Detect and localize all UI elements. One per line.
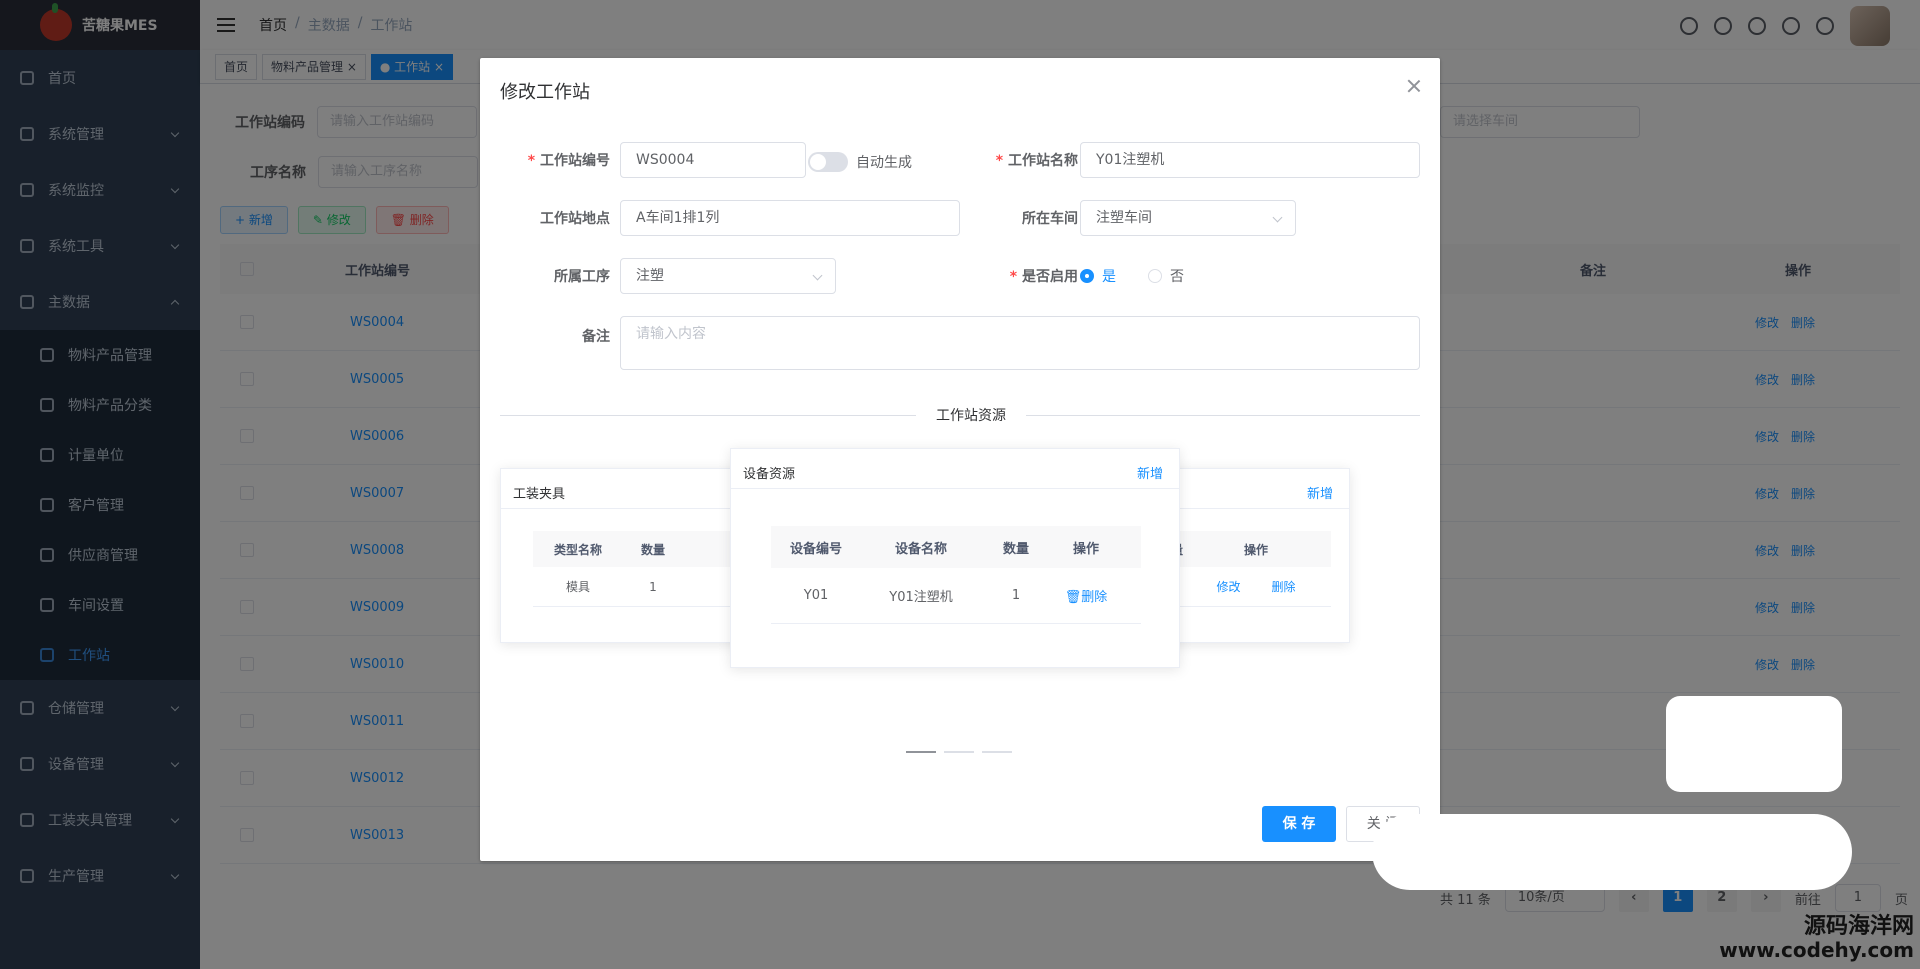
dialog-title: 修改工作站: [500, 82, 590, 103]
enable-no-radio[interactable]: 否: [1148, 266, 1184, 286]
header-equip-code: 设备编号: [789, 541, 842, 557]
radio-unchecked-icon: [1148, 269, 1162, 283]
cell-type: 模具: [565, 580, 590, 594]
cell-equip-code: Y01: [803, 588, 829, 603]
save-button[interactable]: 保 存: [1262, 806, 1336, 842]
close-icon[interactable]: [1406, 78, 1422, 94]
carousel-dot[interactable]: [906, 751, 936, 753]
card-title: 设备资源: [743, 467, 796, 482]
add-equipment-link[interactable]: 新增: [1137, 463, 1163, 482]
equipment-card: 设备资源 新增 设备编号 设备名称 数量 操作 Y01 Y01注塑机 1 🗑删除: [730, 448, 1180, 668]
chevron-down-icon: [812, 270, 823, 281]
code-label: 工作站编号: [500, 150, 610, 170]
header-equip-name: 设备名称: [894, 541, 947, 557]
edit-workstation-dialog: 修改工作站 工作站编号 WS0004 自动生成 工作站名称 Y01注塑机 工作站…: [480, 58, 1440, 861]
process-select[interactable]: 注塑: [620, 258, 836, 294]
workshop-label: 所在车间: [1022, 211, 1078, 227]
workshop-select-value: 注塑车间: [1096, 210, 1152, 226]
header-op: 操作: [1072, 541, 1099, 557]
equipment-table: 设备编号 设备名称 数量 操作 Y01 Y01注塑机 1 🗑删除: [771, 526, 1141, 624]
remark-textarea[interactable]: 请输入内容: [620, 316, 1420, 370]
workshop-select[interactable]: 注塑车间: [1080, 200, 1296, 236]
cell-equip-name: Y01注塑机: [889, 590, 953, 605]
name-label: 工作站名称: [958, 150, 1078, 170]
radio-label: 是: [1102, 269, 1116, 285]
code-input[interactable]: WS0004: [620, 142, 806, 178]
radio-checked-icon: [1080, 269, 1094, 283]
watermark: 源码海洋网 www.codehy.com: [1719, 913, 1914, 962]
auto-generate-switch[interactable]: [808, 152, 848, 172]
address-label: 工作站地点: [540, 211, 610, 227]
table-row: Y01 Y01注塑机 1 🗑删除: [771, 568, 1141, 624]
watermark-line2: www.codehy.com: [1719, 938, 1914, 962]
card-title: 工装夹具: [513, 487, 566, 502]
header-type: 类型名称: [553, 542, 602, 557]
cell-qty: 1: [1011, 588, 1021, 603]
delete-equipment-link[interactable]: 🗑删除: [1051, 586, 1121, 605]
auto-generate-label: 自动生成: [856, 155, 912, 171]
process-select-value: 注塑: [636, 268, 664, 284]
remark-label: 备注: [582, 329, 610, 345]
address-input[interactable]: A车间1排1列: [620, 200, 960, 236]
carousel-indicators: [906, 751, 1012, 753]
name-input[interactable]: Y01注塑机: [1080, 142, 1420, 178]
carousel-dot[interactable]: [982, 751, 1012, 753]
redaction-blot: [1666, 696, 1842, 792]
add-link[interactable]: 新增: [1307, 483, 1333, 502]
radio-label: 否: [1170, 269, 1184, 285]
edit-link[interactable]: 修改: [1201, 578, 1256, 595]
header-qty: 数量: [1002, 541, 1029, 557]
chevron-down-icon: [1272, 212, 1283, 223]
cell-qty: 1: [649, 579, 657, 594]
equipment-card-header: 设备资源 新增: [731, 449, 1179, 489]
watermark-line1: 源码海洋网: [1803, 913, 1914, 939]
enable-yes-radio[interactable]: 是: [1080, 266, 1116, 286]
table-header: 设备编号 设备名称 数量 操作: [771, 526, 1141, 568]
header-op: 操作: [1243, 542, 1268, 557]
redaction-blot: [1372, 814, 1852, 890]
section-title: 工作站资源: [916, 405, 1026, 425]
header-qty: 数量: [640, 542, 665, 557]
process-label: 所属工序: [554, 269, 610, 285]
carousel-dot[interactable]: [944, 751, 974, 753]
delete-link[interactable]: 删除: [1256, 578, 1311, 595]
enable-label: 是否启用: [958, 266, 1078, 286]
